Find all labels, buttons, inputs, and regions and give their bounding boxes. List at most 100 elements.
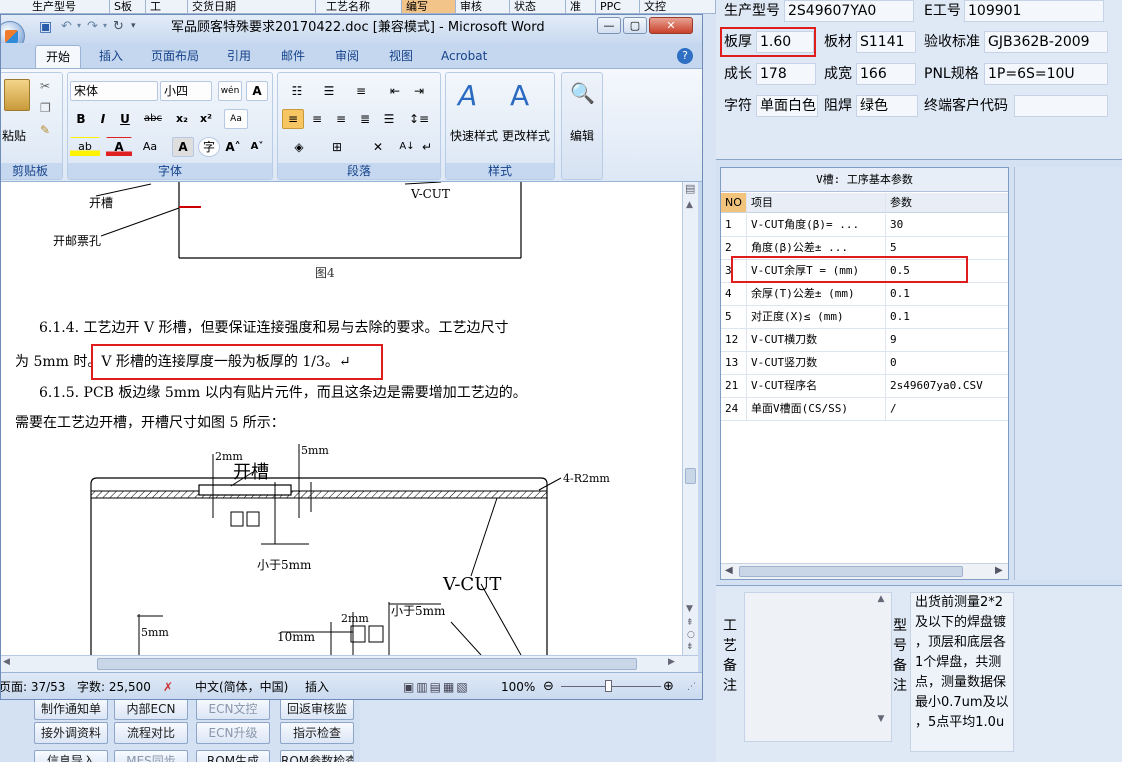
underline-icon[interactable]: U <box>116 109 134 129</box>
justify-icon[interactable]: ≣ <box>354 109 376 129</box>
highlight-color-icon[interactable]: ab <box>70 137 100 157</box>
internal-ecn-button[interactable]: 内部ECN <box>114 698 188 720</box>
cut-icon[interactable]: ✂ <box>40 79 50 93</box>
grow-font-icon[interactable]: A˄ <box>222 137 244 157</box>
tab-view[interactable]: 视图 <box>379 45 423 68</box>
table-row[interactable]: 5 对正度(X)≤ (mm) 0.1 <box>721 306 1008 329</box>
paste-icon[interactable] <box>4 79 30 111</box>
model-remark-textarea[interactable]: 出货前测量2*2 及以下的焊盘镀 ，顶层和底层各 1个焊盘，共测 点，测量数据保… <box>910 592 1014 752</box>
copy-icon[interactable]: ❐ <box>40 101 51 115</box>
next-page-icon[interactable]: ⇟ <box>686 642 694 652</box>
tab-insert[interactable]: 插入 <box>89 45 133 68</box>
scroll-thumb[interactable] <box>97 658 637 670</box>
zoom-slider-thumb[interactable] <box>605 680 612 692</box>
standard-field[interactable]: GJB362B-2009 <box>984 31 1108 53</box>
previous-page-icon[interactable]: ⇞ <box>686 618 694 628</box>
bold-icon[interactable]: B <box>72 109 90 129</box>
shrink-font-icon[interactable]: A˅ <box>246 137 268 157</box>
format-painter-icon[interactable]: ✎ <box>40 123 50 137</box>
table-row[interactable]: 12 V-CUT横刀数 9 <box>721 329 1008 352</box>
column-header-no[interactable]: NO <box>721 193 747 212</box>
horizontal-scrollbar[interactable]: ◀ ▶ <box>721 563 1008 579</box>
external-data-button[interactable]: 接外调资料 <box>34 722 108 744</box>
ecn-upgrade-button[interactable]: ECN升级 <box>196 722 270 744</box>
italic-icon[interactable]: I <box>94 109 112 129</box>
subscript-icon[interactable]: x₂ <box>172 109 192 129</box>
column-header-item[interactable]: 项目 <box>748 193 886 212</box>
font-size-select[interactable]: 小四 <box>160 81 212 101</box>
zoom-level[interactable]: 100% <box>501 679 535 695</box>
customer-field[interactable] <box>1014 95 1108 117</box>
table-row[interactable]: 21 V-CUT程序名 2s49607ya0.CSV <box>721 375 1008 398</box>
rom-generate-button[interactable]: ROM生成 <box>196 750 270 762</box>
tab-acrobat[interactable]: Acrobat <box>431 45 497 68</box>
font-color-icon[interactable]: A <box>106 137 132 157</box>
customize-toolbar-icon[interactable]: ▾ <box>131 21 136 31</box>
quick-styles-button[interactable]: 快速样式 <box>450 129 498 143</box>
ecn-control-button[interactable]: ECN文控 <box>196 698 270 720</box>
tab-home[interactable]: 开始 <box>35 45 82 68</box>
change-case-icon[interactable]: Aa <box>136 137 164 157</box>
document-page[interactable]: 开槽 开邮票孔 V-CUT 图4 6.1.4. 工艺边开 V 形槽，但要保证连接… <box>1 182 682 655</box>
rom-param-check-button[interactable]: ROM参数检查 <box>280 750 354 762</box>
zoom-out-icon[interactable]: ⊖ <box>543 679 554 695</box>
minimize-button[interactable]: — <box>597 17 621 34</box>
superscript-icon[interactable]: x² <box>196 109 216 129</box>
row-value[interactable]: 30 <box>887 214 1008 236</box>
tab-references[interactable]: 引用 <box>217 45 261 68</box>
change-styles-icon[interactable]: A <box>510 79 529 112</box>
page-count[interactable]: 页面: 37/53 <box>1 679 65 695</box>
scroll-left-icon[interactable]: ◀ <box>3 657 10 667</box>
distributed-icon[interactable]: ☰ <box>378 109 400 129</box>
chinese-layout-icon[interactable]: ✕ <box>362 137 394 157</box>
language-indicator[interactable]: 中文(简体，中国) <box>195 679 288 695</box>
table-row[interactable]: 1 V-CUT角度(β)= ... 30 <box>721 214 1008 237</box>
model-field[interactable]: 2S49607YA0 <box>784 0 914 22</box>
row-value[interactable]: 0.1 <box>887 306 1008 328</box>
scroll-right-icon[interactable]: ▶ <box>668 657 675 667</box>
close-button[interactable]: ✕ <box>649 17 693 34</box>
shading-icon[interactable]: ◈ <box>282 137 316 157</box>
redo-icon[interactable]: ↷ <box>87 19 98 34</box>
instruction-check-button[interactable]: 指示检查 <box>280 722 354 744</box>
editing-button[interactable]: 编辑 <box>570 129 594 143</box>
row-value[interactable]: 9 <box>887 329 1008 351</box>
char-field[interactable]: 单面白色 <box>756 95 818 117</box>
undo-icon[interactable]: ↶ <box>61 19 72 34</box>
row-value[interactable]: / <box>887 398 1008 420</box>
repeat-icon[interactable]: ↻ <box>113 19 124 34</box>
multilevel-list-icon[interactable]: ≡ <box>346 81 376 101</box>
align-left-icon[interactable]: ≡ <box>282 109 304 129</box>
character-border-icon[interactable]: A <box>246 81 268 101</box>
maximize-button[interactable]: ▢ <box>623 17 647 34</box>
table-row[interactable]: 4 余厚(T)公差± (mm) 0.1 <box>721 283 1008 306</box>
tab-mailings[interactable]: 邮件 <box>271 45 315 68</box>
align-right-icon[interactable]: ≡ <box>330 109 352 129</box>
numbering-icon[interactable]: ☰ <box>314 81 344 101</box>
scroll-left-icon[interactable]: ◀ <box>725 565 733 576</box>
eng-field[interactable]: 109901 <box>964 0 1104 22</box>
redo-dropdown-icon[interactable]: ▾ <box>103 21 107 30</box>
tab-page-layout[interactable]: 页面布局 <box>141 45 209 68</box>
phonetic-guide-icon[interactable]: wén <box>218 81 242 101</box>
row-value[interactable]: 0.1 <box>887 283 1008 305</box>
length-field[interactable]: 178 <box>756 63 816 85</box>
line-spacing-icon[interactable]: ↕≡ <box>402 109 436 129</box>
ruler-toggle-icon[interactable]: ▤ <box>685 182 695 195</box>
return-review-button[interactable]: 回返审核监 <box>280 698 354 720</box>
mes-sync-button[interactable]: MES同步 <box>114 750 188 762</box>
quick-styles-icon[interactable]: A <box>458 79 477 112</box>
scroll-thumb[interactable] <box>685 468 696 484</box>
view-buttons-icon[interactable]: ▣▥▤▦▧ <box>403 679 470 695</box>
increase-indent-icon[interactable]: ⇥ <box>408 81 430 101</box>
table-row[interactable]: 24 单面V槽面(CS/SS) / <box>721 398 1008 421</box>
align-center-icon[interactable]: ≡ <box>306 109 328 129</box>
strikethrough-icon[interactable]: abc <box>140 109 166 129</box>
undo-dropdown-icon[interactable]: ▾ <box>77 21 81 30</box>
sort-icon[interactable]: A↓ <box>398 137 416 157</box>
font-name-select[interactable]: 宋体 <box>70 81 158 101</box>
change-styles-button[interactable]: 更改样式 <box>502 129 550 143</box>
clear-format-icon[interactable]: Aa <box>224 109 248 129</box>
column-header-value[interactable]: 参数 <box>887 193 1008 212</box>
scroll-right-icon[interactable]: ▶ <box>995 565 1003 576</box>
